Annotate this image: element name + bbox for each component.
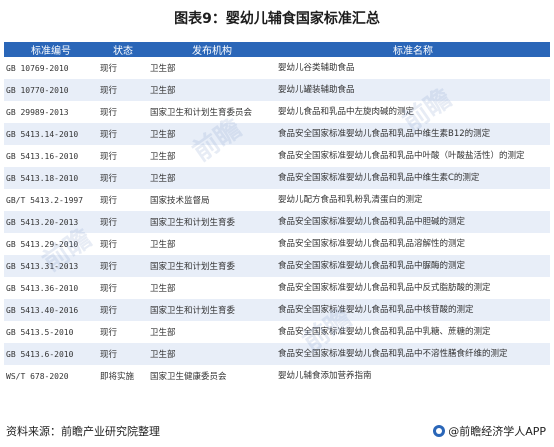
cell-status: 现行 xyxy=(98,211,148,233)
table-row: GB/T 5413.2-1997 现行 国家技术监督局 婴幼儿配方食品和乳粉乳清蛋白的… xyxy=(4,189,550,211)
cell-status: 现行 xyxy=(98,123,148,145)
table-row: GB 5413.36-2010 现行 卫生部 食品安全国家标准婴幼儿食品和乳品中反式脂… xyxy=(4,277,550,299)
table-row: GB 5413.31-2013 现行 国家卫生和计划生育委 食品安全国家标准婴幼儿食品… xyxy=(4,255,550,277)
cell-status: 现行 xyxy=(100,152,118,162)
cell-issuing-body: 卫生部 xyxy=(150,240,176,250)
cell-standard-name: 食品安全国家标准婴幼儿食品和乳品中胆碱的测定 xyxy=(276,211,550,233)
cell-standard-name: 食品安全国家标准婴幼儿食品和乳品中脲酶的测定 xyxy=(276,255,550,277)
cell-status: 现行 xyxy=(98,79,148,101)
table-row: GB 5413.40-2016 现行 国家卫生和计划生育委 食品安全国家标准婴幼儿食品… xyxy=(4,299,550,321)
cell-standard-code: GB 5413.14-2010 xyxy=(4,123,98,145)
cell-issuing-body: 国家技术监督局 xyxy=(150,196,210,206)
cell-standard-name: 食品安全国家标准婴幼儿食品和乳品中乳糖、蔗糖的测定 xyxy=(278,326,491,337)
cell-status: 现行 xyxy=(100,64,118,74)
cell-issuing-body: 卫生部 xyxy=(150,284,176,294)
cell-standard-name: 婴幼儿配方食品和乳粉乳清蛋白的测定 xyxy=(278,194,423,205)
table-row: GB 5413.29-2010 现行 卫生部 食品安全国家标准婴幼儿食品和乳品溶解性的… xyxy=(4,233,550,255)
cell-issuing-body: 卫生部 xyxy=(150,64,176,74)
cell-issuing-body: 卫生部 xyxy=(148,123,276,145)
cell-issuing-body: 国家卫生和计划生育委员会 xyxy=(150,108,253,118)
cell-status: 现行 xyxy=(100,108,118,118)
cell-standard-code: WS/T 678-2020 xyxy=(6,371,69,381)
cell-standard-name: 婴幼儿食品和乳品中左旋肉碱的测定 xyxy=(278,106,415,117)
cell-standard-code: GB 5413.36-2010 xyxy=(6,283,79,293)
cell-standard-code: GB 5413.40-2016 xyxy=(4,299,98,321)
cell-issuing-body: 卫生部 xyxy=(148,79,276,101)
cell-issuing-body: 卫生部 xyxy=(148,343,276,365)
table-row: GB 29989-2013 现行 国家卫生和计划生育委员会 婴幼儿食品和乳品中左旋肉碱… xyxy=(4,101,550,123)
cell-issuing-body: 国家卫生健康委员会 xyxy=(150,372,227,382)
cell-status: 现行 xyxy=(100,284,118,294)
table-body: GB 10769-2010 现行 卫生部 婴幼儿谷类辅助食品 GB 10770-2010… xyxy=(4,57,550,387)
cell-standard-code: GB 10770-2010 xyxy=(4,79,98,101)
header-standard-code: 标准编号 xyxy=(4,42,98,57)
cell-standard-name: 食品安全国家标准婴幼儿食品和乳品中核苷酸的测定 xyxy=(276,299,550,321)
table-row: GB 5413.20-2013 现行 国家卫生和计划生育委 食品安全国家标准婴幼儿食品… xyxy=(4,211,550,233)
cell-issuing-body: 卫生部 xyxy=(148,167,276,189)
table-row: WS/T 678-2020 即将实施 国家卫生健康委员会 婴幼儿辅食添加营养指南 xyxy=(4,365,550,387)
cell-standard-name: 食品安全国家标准婴幼儿食品和乳品中不溶性膳食纤维的测定 xyxy=(276,343,550,365)
cell-standard-code: GB 5413.29-2010 xyxy=(6,239,79,249)
cell-status: 现行 xyxy=(98,343,148,365)
cell-standard-code: GB 5413.31-2013 xyxy=(4,255,98,277)
cell-status: 现行 xyxy=(100,196,118,206)
cell-status: 现行 xyxy=(98,255,148,277)
brand-text: @前瞻经济学人APP xyxy=(448,425,546,438)
cell-issuing-body: 国家卫生和计划生育委 xyxy=(148,299,276,321)
table-row: GB 5413.5-2010 现行 卫生部 食品安全国家标准婴幼儿食品和乳品中乳糖、蔗… xyxy=(4,321,550,343)
cell-standard-code: GB 10769-2010 xyxy=(6,63,69,73)
cell-issuing-body: 卫生部 xyxy=(150,152,176,162)
cell-standard-name: 食品安全国家标准婴幼儿食品和乳品中叶酸（叶酸盐活性）的测定 xyxy=(278,150,525,161)
header-issuing-body: 发布机构 xyxy=(148,42,276,57)
cell-status: 现行 xyxy=(98,167,148,189)
standards-table: 标准编号 状态 发布机构 标准名称 GB 10769-2010 现行 卫生部 婴幼儿谷… xyxy=(4,42,550,387)
table-row: GB 5413.6-2010 现行 卫生部 食品安全国家标准婴幼儿食品和乳品中不溶性膳… xyxy=(4,343,550,365)
cell-standard-name: 婴幼儿谷类辅助食品 xyxy=(278,62,355,73)
cell-status: 即将实施 xyxy=(100,372,135,382)
table-header-row: 标准编号 状态 发布机构 标准名称 xyxy=(4,42,550,57)
table-row: GB 10770-2010 现行 卫生部 婴幼儿罐装辅助食品 xyxy=(4,79,550,101)
cell-standard-name: 食品安全国家标准婴幼儿食品和乳品中反式脂肪酸的测定 xyxy=(278,282,491,293)
cell-standard-code: GB 5413.16-2010 xyxy=(6,151,79,161)
brand-credit: @前瞻经济学人APP xyxy=(433,423,546,439)
table-row: GB 10769-2010 现行 卫生部 婴幼儿谷类辅助食品 xyxy=(4,57,550,79)
cell-issuing-body: 国家卫生和计划生育委 xyxy=(148,211,276,233)
chart-title: 图表9：婴幼儿辅食国家标准汇总 xyxy=(174,11,380,27)
source-note: 资料来源：前瞻产业研究院整理 xyxy=(6,425,160,438)
cell-standard-code: GB 5413.5-2010 xyxy=(6,327,74,337)
cell-standard-code: GB 29989-2013 xyxy=(6,107,69,117)
cell-standard-name: 婴幼儿辅食添加营养指南 xyxy=(278,370,372,381)
cell-status: 现行 xyxy=(100,328,118,338)
table-row: GB 5413.14-2010 现行 卫生部 食品安全国家标准婴幼儿食品和乳品中维生素… xyxy=(4,123,550,145)
header-standard-name: 标准名称 xyxy=(276,42,550,57)
cell-standard-code: GB 5413.18-2010 xyxy=(4,167,98,189)
table-row: GB 5413.16-2010 现行 卫生部 食品安全国家标准婴幼儿食品和乳品中叶酸（… xyxy=(4,145,550,167)
cell-standard-name: 食品安全国家标准婴幼儿食品和乳品溶解性的测定 xyxy=(278,238,466,249)
cell-status: 现行 xyxy=(98,299,148,321)
cell-standard-name: 食品安全国家标准婴幼儿食品和乳品中维生素B12的测定 xyxy=(276,123,550,145)
cell-standard-name: 婴幼儿罐装辅助食品 xyxy=(276,79,550,101)
cell-standard-code: GB/T 5413.2-1997 xyxy=(6,195,84,205)
cell-status: 现行 xyxy=(100,240,118,250)
cell-standard-code: GB 5413.20-2013 xyxy=(4,211,98,233)
brand-logo-icon xyxy=(433,425,446,437)
cell-issuing-body: 卫生部 xyxy=(150,328,176,338)
cell-standard-code: GB 5413.6-2010 xyxy=(4,343,98,365)
cell-issuing-body: 国家卫生和计划生育委 xyxy=(148,255,276,277)
header-status: 状态 xyxy=(98,42,148,57)
footer: 资料来源：前瞻产业研究院整理 @前瞻经济学人APP xyxy=(0,419,554,447)
table-row: GB 5413.18-2010 现行 卫生部 食品安全国家标准婴幼儿食品和乳品中维生素… xyxy=(4,167,550,189)
cell-standard-name: 食品安全国家标准婴幼儿食品和乳品中维生素C的测定 xyxy=(276,167,550,189)
